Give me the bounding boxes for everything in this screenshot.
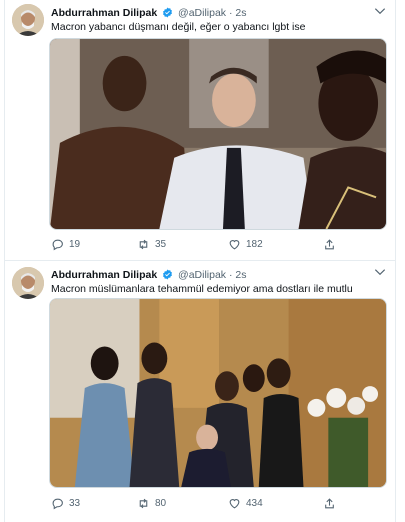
tweet-actions: 19 35 182 [51,236,375,252]
like-button[interactable]: 182 [228,236,263,252]
share-button[interactable] [323,495,336,511]
reply-count: 19 [69,238,81,250]
author-handle[interactable]: @aDilipak [178,7,226,19]
reply-icon [52,498,63,509]
verified-badge-icon [163,7,173,18]
tweet-text: Macron yabancı düşmanı değil, eğer o yab… [51,21,306,33]
tweet-header: Abdurrahman Dilipak @aDilipak · 2s [51,5,375,21]
share-button[interactable] [323,236,336,252]
heart-icon [229,498,240,508]
reply-count: 33 [69,497,81,509]
tweet[interactable]: Abdurrahman Dilipak @aDilipak · 2s Macro… [5,261,395,522]
heart-icon [229,239,240,249]
chevron-down-icon[interactable] [373,265,387,279]
retweet-button[interactable]: 35 [137,236,166,252]
retweet-icon [139,498,148,508]
avatar[interactable] [12,4,44,36]
reply-button[interactable]: 19 [51,236,80,252]
avatar[interactable] [12,267,44,299]
share-icon [325,497,334,508]
separator: · [228,269,233,281]
share-icon [325,238,334,249]
verified-badge-icon [163,269,173,280]
retweet-button[interactable]: 80 [137,495,166,511]
author-handle[interactable]: @aDilipak [178,269,226,281]
tweet-photo[interactable] [49,298,387,488]
retweet-icon [139,239,148,249]
like-count: 434 [246,497,263,509]
tweet-photo[interactable] [49,38,387,230]
tweet-actions: 33 80 434 [51,495,375,511]
author-name[interactable]: Abdurrahman Dilipak [51,269,157,281]
author-name[interactable]: Abdurrahman Dilipak [51,7,157,19]
reply-button[interactable]: 33 [51,495,80,511]
timestamp[interactable]: 2s [235,269,246,281]
tweet[interactable]: Abdurrahman Dilipak @aDilipak · 2s Macro… [5,0,395,261]
timeline: Abdurrahman Dilipak @aDilipak · 2s Macro… [4,0,396,522]
like-count: 182 [246,238,263,250]
timestamp[interactable]: 2s [235,7,246,19]
tweet-header: Abdurrahman Dilipak @aDilipak · 2s [51,267,375,283]
reply-icon [52,239,63,250]
tweet-text: Macron müslümanlara tehammül edemiyor am… [51,283,353,295]
separator: · [228,7,233,19]
like-button[interactable]: 434 [228,495,263,511]
retweet-count: 35 [155,238,167,250]
chevron-down-icon[interactable] [373,4,387,18]
retweet-count: 80 [155,497,167,509]
